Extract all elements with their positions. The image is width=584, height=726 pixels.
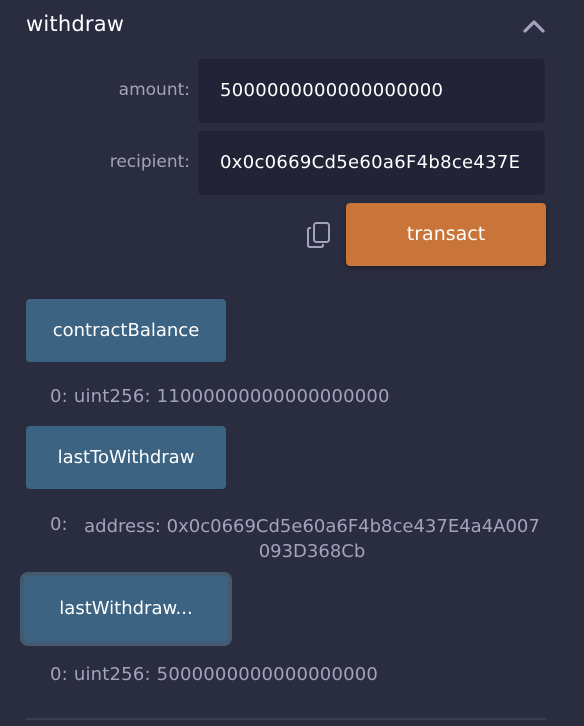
recipient-label: recipient: xyxy=(109,152,190,172)
result-index: 0: xyxy=(50,514,68,535)
result-value: uint256: 5000000000000000000 xyxy=(73,664,379,685)
last-withdraw-button[interactable]: lastWithdraw... xyxy=(24,576,228,642)
contract-balance-result: 0: uint256: 11000000000000000000 xyxy=(50,386,390,407)
function-panel: withdraw amount: 5000000000000000000 rec… xyxy=(0,0,584,726)
result-value: address: 0x0c0669Cd5e60a6F4b8ce437E4a4A0… xyxy=(84,516,540,562)
recipient-input[interactable]: 0x0c0669Cd5e60a6F4b8ce437E xyxy=(198,131,545,195)
result-value: uint256: 11000000000000000000 xyxy=(73,386,390,407)
amount-input[interactable]: 5000000000000000000 xyxy=(198,59,545,123)
result-index: 0: xyxy=(50,386,68,407)
amount-label: amount: xyxy=(118,80,190,100)
contract-balance-button[interactable]: contractBalance xyxy=(26,299,226,362)
result-index: 0: xyxy=(50,664,68,685)
divider xyxy=(26,718,546,720)
transact-button[interactable]: transact xyxy=(346,203,546,266)
last-withdraw-result: 0: uint256: 5000000000000000000 xyxy=(50,664,378,685)
last-to-withdraw-button[interactable]: lastToWithdraw xyxy=(26,426,226,489)
copy-icon[interactable] xyxy=(306,221,332,249)
function-title: withdraw xyxy=(26,12,125,36)
chevron-up-icon[interactable] xyxy=(522,16,546,36)
